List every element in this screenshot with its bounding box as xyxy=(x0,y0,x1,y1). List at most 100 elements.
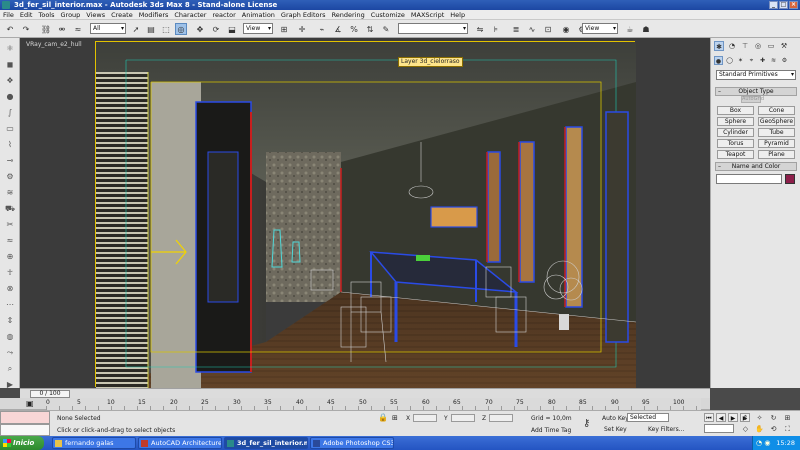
spring-icon[interactable]: ⌇ xyxy=(4,140,16,150)
constraint-solver-icon[interactable]: ⊕ xyxy=(4,252,16,262)
systems-icon[interactable]: ⚙ xyxy=(780,56,789,65)
select-by-name-icon[interactable]: ▤ xyxy=(145,23,157,35)
cloth-icon[interactable]: ❖ xyxy=(4,76,16,86)
pivot-center-icon[interactable]: ⊞ xyxy=(278,23,290,35)
toy-car-icon[interactable]: ⛟ xyxy=(4,204,16,214)
current-frame-field[interactable] xyxy=(704,424,734,433)
menu-tools[interactable]: Tools xyxy=(38,11,54,19)
menu-maxscript[interactable]: MAXScript xyxy=(411,11,444,19)
menu-help[interactable]: Help xyxy=(450,11,465,19)
menu-animation[interactable]: Animation xyxy=(242,11,275,19)
sphere-button[interactable]: Sphere xyxy=(717,117,754,126)
autogrid-checkbox[interactable]: AutoGrid xyxy=(741,96,764,103)
tube-button[interactable]: Tube xyxy=(758,128,795,137)
named-selection-icon[interactable]: ✎ xyxy=(380,23,392,35)
shapes-icon[interactable]: ◯ xyxy=(725,56,734,65)
reactor-icon[interactable]: ⚛ xyxy=(4,44,16,54)
auto-key-button[interactable]: Auto Key xyxy=(602,415,629,422)
soft-body-icon[interactable]: ● xyxy=(4,92,16,102)
tray-icons[interactable]: ◔ ◉ xyxy=(756,439,770,447)
time-slider[interactable]: 0 / 100 xyxy=(20,388,710,398)
menu-graph-editors[interactable]: Graph Editors xyxy=(281,11,326,19)
maximize-button[interactable]: □ xyxy=(779,1,788,9)
activeshade-icon[interactable]: ☗ xyxy=(640,23,652,35)
key-filters-button[interactable]: Key Filters... xyxy=(648,426,685,433)
render-type-dropdown[interactable]: View xyxy=(582,23,618,34)
box-button[interactable]: Box xyxy=(717,106,754,115)
menu-views[interactable]: Views xyxy=(86,11,105,19)
percent-snap-icon[interactable]: % xyxy=(348,23,360,35)
start-button[interactable]: Inicio xyxy=(0,436,44,450)
y-coordinate-field[interactable] xyxy=(451,414,475,422)
cameras-icon[interactable]: ⌖ xyxy=(747,56,756,65)
rag-doll-icon[interactable]: ☥ xyxy=(4,268,16,278)
curve-editor-icon[interactable]: ∿ xyxy=(526,23,538,35)
quick-render-icon[interactable]: ☕ xyxy=(624,23,636,35)
reference-coordinate-dropdown[interactable]: View xyxy=(243,23,273,34)
taskbar-item-autocad[interactable]: AutoCAD Architecture 2... xyxy=(138,437,222,449)
motor-icon[interactable]: ⚙ xyxy=(4,172,16,182)
snap-toggle-icon[interactable]: ⌁ xyxy=(316,23,328,35)
rectangular-selection-icon[interactable]: ⬚ xyxy=(160,23,172,35)
display-tab-icon[interactable]: ▭ xyxy=(766,41,776,51)
menu-create[interactable]: Create xyxy=(111,11,133,19)
helpers-icon[interactable]: ✚ xyxy=(758,56,767,65)
point-to-path-icon[interactable]: ⤳ xyxy=(4,348,16,358)
time-slider-thumb[interactable]: 0 / 100 xyxy=(30,390,70,398)
layer-manager-icon[interactable]: ≣ xyxy=(510,23,522,35)
rope-icon[interactable]: ∫ xyxy=(4,108,16,118)
rigid-body-icon[interactable]: ◼ xyxy=(4,60,16,70)
spacewarps-icon[interactable]: ≋ xyxy=(769,56,778,65)
utilities-tab-icon[interactable]: ⚒ xyxy=(779,41,789,51)
torus-button[interactable]: Torus xyxy=(717,139,754,148)
camera-viewport[interactable]: VRay_cam_e2_hull Layer 3d_cielorraso xyxy=(20,38,710,388)
taskbar-item-explorer[interactable]: fernando galas xyxy=(52,437,136,449)
key-mode-icon[interactable]: ▣ xyxy=(26,399,34,408)
mirror-icon[interactable]: ⇋ xyxy=(474,23,486,35)
preview-animation-icon[interactable]: ▶ xyxy=(4,380,16,390)
dolly-camera-icon[interactable]: ⇕ xyxy=(740,413,751,423)
object-type-rollout[interactable]: Object Type xyxy=(715,87,797,96)
pyramid-button[interactable]: Pyramid xyxy=(758,139,795,148)
hinge-icon[interactable]: ⊗ xyxy=(4,284,16,294)
schematic-view-icon[interactable]: ⊡ xyxy=(542,23,554,35)
motion-tab-icon[interactable]: ◎ xyxy=(753,41,763,51)
name-and-color-rollout[interactable]: Name and Color xyxy=(715,162,797,171)
cone-button[interactable]: Cone xyxy=(758,106,795,115)
lights-icon[interactable]: ✶ xyxy=(736,56,745,65)
undo-icon[interactable]: ↶ xyxy=(4,23,16,35)
modify-tab-icon[interactable]: ◔ xyxy=(727,41,737,51)
z-coordinate-field[interactable] xyxy=(489,414,513,422)
bind-spacewarp-icon[interactable]: ≈ xyxy=(72,23,84,35)
maximize-viewport-icon[interactable]: ⛶ xyxy=(782,424,793,434)
menu-group[interactable]: Group xyxy=(61,11,81,19)
menu-character[interactable]: Character xyxy=(174,11,206,19)
add-time-tag-button[interactable]: Add Time Tag xyxy=(531,427,571,434)
named-selection-sets-dropdown[interactable] xyxy=(398,23,468,34)
scale-icon[interactable]: ⬓ xyxy=(226,23,238,35)
key-icon[interactable]: ⚷ xyxy=(583,418,597,430)
taskbar-item-3dsmax[interactable]: 3d_fer_sil_interior.m... xyxy=(224,437,308,449)
viewport-label[interactable]: VRay_cam_e2_hull xyxy=(26,41,82,48)
interior-scene[interactable] xyxy=(95,41,637,388)
object-name-field[interactable] xyxy=(716,174,782,184)
unlink-icon[interactable]: ⚮ xyxy=(56,23,68,35)
plane-button[interactable]: Plane xyxy=(758,150,795,159)
menu-modifiers[interactable]: Modifiers xyxy=(139,11,169,19)
menu-customize[interactable]: Customize xyxy=(371,11,405,19)
primitive-category-dropdown[interactable]: Standard Primitives xyxy=(716,70,796,80)
absolute-mode-icon[interactable]: ⊞ xyxy=(392,414,398,422)
geometry-icon[interactable]: ● xyxy=(714,56,723,65)
set-key-button[interactable]: Set Key xyxy=(604,426,627,433)
link-icon[interactable]: ⛓ xyxy=(40,23,52,35)
previous-frame-icon[interactable]: ◀ xyxy=(716,413,726,422)
play-icon[interactable]: ▶ xyxy=(728,413,738,422)
orbit-camera-icon[interactable]: ⟲ xyxy=(768,424,779,434)
go-to-start-icon[interactable]: ⏮ xyxy=(704,413,714,422)
create-tab-icon[interactable]: ✱ xyxy=(714,41,724,51)
field-of-view-icon[interactable]: ◇ xyxy=(740,424,751,434)
minimize-button[interactable]: _ xyxy=(769,1,778,9)
align-icon[interactable]: ⊧ xyxy=(490,23,502,35)
menu-file[interactable]: File xyxy=(3,11,14,19)
auto-key-selection-dropdown[interactable]: Selected xyxy=(627,413,669,422)
